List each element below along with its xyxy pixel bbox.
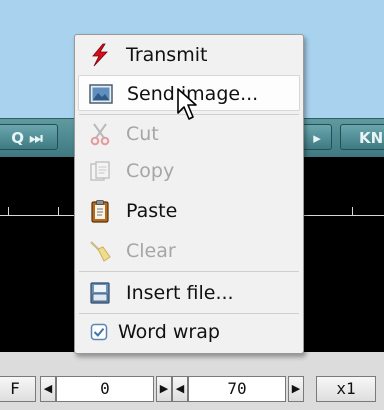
context-menu: Transmit Send image... Cut Copy Paste Cl… [74, 34, 304, 354]
increment-left-button[interactable]: ▶ [156, 376, 172, 402]
menu-item-paste[interactable]: Paste [78, 193, 300, 229]
toolbar-left-button[interactable]: Q ⏭ [0, 124, 58, 150]
menu-item-label: Clear [126, 240, 176, 262]
left-value-field[interactable]: 0 [56, 376, 154, 402]
menu-item-label: Insert file... [126, 282, 234, 304]
f-button[interactable]: F [0, 376, 36, 402]
menu-item-label: Word wrap [118, 321, 220, 343]
menu-item-word-wrap[interactable]: Word wrap [78, 314, 300, 350]
menu-item-copy[interactable]: Copy [78, 153, 300, 189]
menu-item-clear[interactable]: Clear [78, 233, 300, 269]
scale-tick [352, 207, 353, 215]
increment-right-button[interactable]: ▶ [288, 376, 304, 402]
scissors-icon [90, 123, 110, 146]
bottom-control-bar: F ◀ 0 ▶ ◀ 70 ▶ x1 [0, 352, 384, 410]
scale-tick [8, 207, 9, 215]
menu-item-insert-file[interactable]: Insert file... [78, 275, 300, 311]
clipboard-icon [91, 200, 109, 223]
menu-separator [79, 271, 299, 272]
toolbar-mid-button[interactable]: ▸ [302, 124, 332, 150]
decrement-left-button[interactable]: ◀ [40, 376, 56, 402]
broom-icon [90, 241, 111, 262]
file-icon [90, 282, 110, 304]
menu-item-label: Cut [126, 123, 159, 145]
right-value-field[interactable]: 70 [188, 376, 286, 402]
menu-item-transmit[interactable]: Transmit [78, 37, 300, 73]
lightning-icon [92, 43, 108, 67]
decrement-right-button[interactable]: ◀ [172, 376, 188, 402]
checkbox-icon [90, 323, 108, 341]
copy-icon [90, 161, 110, 181]
scale-tick [58, 207, 59, 215]
menu-item-label: Paste [126, 200, 178, 222]
menu-item-label: Transmit [126, 44, 208, 66]
menu-item-label: Copy [126, 160, 175, 182]
toolbar-right-button[interactable]: KN [340, 124, 384, 150]
zoom-button[interactable]: x1 [316, 376, 376, 402]
image-icon [89, 84, 113, 104]
mouse-cursor-icon [177, 88, 197, 120]
